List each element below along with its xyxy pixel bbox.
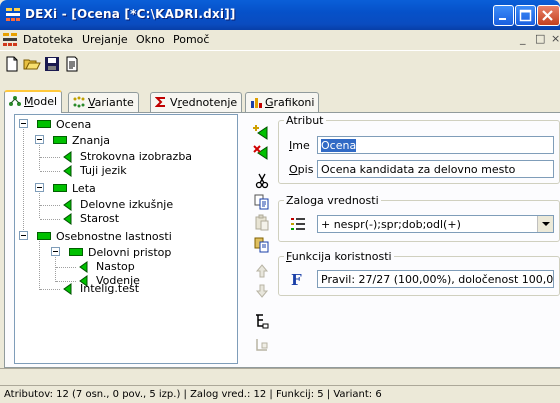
prune-icon[interactable]: [253, 312, 271, 330]
tab-model-label: odel: [33, 95, 58, 108]
tab-vrednotenje-label: ednotenje: [181, 96, 238, 109]
save-disk-icon[interactable]: [43, 55, 61, 73]
name-label: Ime: [289, 139, 310, 152]
tree-line: [39, 235, 40, 290]
basic-attribute-icon: [79, 261, 88, 273]
chart-icon: [251, 98, 262, 108]
basic-attribute-icon: [63, 213, 72, 225]
aggregate-attribute-icon: [69, 248, 83, 256]
tree-line: [56, 267, 76, 268]
menu-pomoc[interactable]: Pomoč: [173, 33, 209, 46]
duplicate-icon[interactable]: [253, 236, 271, 254]
copy-icon[interactable]: [253, 193, 271, 211]
menu-urejanje[interactable]: Urejanje: [82, 33, 128, 46]
function-group-title: Funkcija koristnosti: [284, 250, 394, 263]
minimize-button[interactable]: [493, 5, 514, 26]
scale-value: + nespr(-);spr;dob;odl(+): [321, 218, 461, 231]
expand-osebnostne-lastnosti[interactable]: [19, 231, 28, 240]
aggregate-attribute-icon: [37, 120, 51, 128]
window-title: DEXi - [Ocena [*C:\KADRI.dxi]]: [25, 7, 236, 21]
aggregate-attribute-icon: [53, 136, 67, 144]
graft-icon: [256, 339, 268, 351]
tab-model[interactable]: Model: [4, 90, 63, 113]
expand-leta[interactable]: [35, 183, 44, 192]
mdi-minimize-button[interactable]: _: [520, 32, 526, 45]
tab-grafikoni-label: rafikoni: [273, 96, 315, 109]
paste-icon: [255, 214, 269, 231]
tree-line: [40, 157, 60, 158]
tab-variante-label: ariante: [94, 96, 134, 109]
tree-line: [40, 219, 60, 220]
mdi-close-button[interactable]: ×: [551, 32, 560, 45]
tree-line: [56, 281, 76, 282]
scale-group: Zaloga vrednosti + nespr(-);spr;dob;odl(…: [278, 194, 560, 242]
close-button[interactable]: [537, 5, 560, 26]
expand-delovni-pristop[interactable]: [51, 247, 60, 256]
tree-line: [23, 127, 24, 240]
tab-grafikoni-accel: G: [265, 96, 274, 109]
delete-attribute-icon[interactable]: [253, 144, 271, 162]
new-file-icon[interactable]: [3, 55, 21, 73]
hint-status-bar: [0, 368, 560, 385]
tab-model-accel: M: [24, 95, 34, 108]
tree-icon: [9, 96, 21, 106]
description-label: Opis: [289, 163, 314, 176]
menu-okno[interactable]: Okno: [136, 33, 165, 46]
status-bar: Atributov: 12 (7 osn., 0 pov., 5 izp.) |…: [0, 385, 560, 403]
move-up-icon: [255, 264, 269, 278]
tree-line: [40, 289, 60, 290]
function-group: Funkcija koristnosti F Pravil: 27/27 (10…: [278, 250, 560, 296]
function-icon[interactable]: F: [291, 271, 302, 289]
tab-variante-accel: V: [88, 96, 95, 109]
menu-bar: Datoteka Urejanje Okno Pomoč _ □ ×: [0, 30, 560, 50]
mdi-restore-button[interactable]: □: [535, 32, 545, 45]
title-bar[interactable]: DEXi - [Ocena [*C:\KADRI.dxi]]: [0, 0, 560, 30]
maximize-icon: [519, 9, 532, 22]
basic-attribute-icon: [63, 199, 72, 211]
maximize-button[interactable]: [515, 5, 536, 26]
aggregate-attribute-icon: [53, 184, 67, 192]
attribute-group-title: Atribut: [284, 114, 326, 127]
name-field[interactable]: Ocena: [317, 136, 554, 154]
attribute-tree[interactable]: Ocena Znanja Strokovna izobrazba Tuji je…: [14, 114, 238, 364]
chevron-down-icon[interactable]: [537, 216, 553, 232]
open-folder-icon[interactable]: [23, 55, 41, 73]
description-field[interactable]: Ocena kandidata za delovno mesto: [317, 160, 554, 178]
close-icon: [542, 10, 553, 21]
add-attribute-icon[interactable]: [253, 124, 271, 142]
variants-icon: [73, 96, 85, 108]
tab-vrednotenje[interactable]: Vrednotenje: [150, 92, 243, 112]
scale-combobox[interactable]: + nespr(-);spr;dob;odl(+): [317, 215, 554, 233]
menu-datoteka[interactable]: Datoteka: [23, 33, 73, 46]
tab-grafikoni[interactable]: Grafikoni: [245, 92, 320, 112]
basic-attribute-icon: [63, 283, 72, 295]
expand-ocena[interactable]: [19, 119, 28, 128]
minimize-icon: [499, 18, 506, 20]
move-down-icon: [255, 284, 269, 298]
attribute-group: Atribut Ime Ocena Opis Ocena kandidata z…: [278, 114, 560, 184]
scale-list-icon[interactable]: [291, 217, 305, 231]
tree-line: [40, 205, 60, 206]
tab-strip: Model Variante Vrednotenje Grafikoni: [0, 90, 560, 113]
tab-vrednotenje-prefix: V: [170, 96, 178, 109]
dexi-app-icon: [6, 8, 20, 21]
basic-attribute-icon: [63, 151, 72, 163]
scale-group-title: Zaloga vrednosti: [284, 194, 381, 207]
document-window-icon[interactable]: [2, 32, 18, 48]
sigma-icon: [155, 97, 165, 107]
function-summary-field: Pravil: 27/27 (100,00%), določenost 100,…: [317, 270, 554, 288]
expand-znanja[interactable]: [35, 135, 44, 144]
document-icon[interactable]: [63, 55, 81, 73]
basic-attribute-icon: [63, 165, 72, 177]
main-toolbar: [0, 50, 560, 76]
cut-icon[interactable]: [253, 172, 271, 190]
tree-line: [40, 171, 60, 172]
tab-variante[interactable]: Variante: [68, 92, 139, 112]
aggregate-attribute-icon: [37, 232, 51, 240]
